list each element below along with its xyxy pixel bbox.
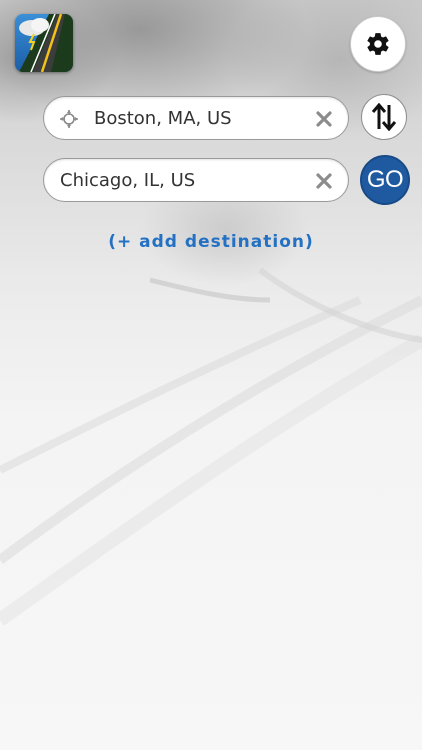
swap-vertical-icon bbox=[371, 103, 397, 131]
weather-road-app-icon bbox=[15, 14, 73, 72]
close-icon[interactable] bbox=[314, 171, 334, 191]
app-icon[interactable] bbox=[15, 14, 73, 72]
destination-input[interactable]: Chicago, IL, US bbox=[60, 170, 195, 192]
origin-field[interactable]: Boston, MA, US bbox=[43, 96, 349, 140]
origin-input[interactable]: Boston, MA, US bbox=[94, 108, 232, 130]
destination-field[interactable]: Chicago, IL, US bbox=[43, 158, 349, 202]
gear-icon bbox=[367, 33, 389, 55]
close-icon[interactable] bbox=[314, 109, 334, 129]
swap-route-button[interactable] bbox=[361, 94, 407, 140]
go-button[interactable]: GO bbox=[360, 155, 410, 205]
settings-button[interactable] bbox=[350, 16, 406, 72]
add-destination-link[interactable]: (+ add destination) bbox=[0, 232, 422, 252]
crosshair-icon[interactable] bbox=[58, 108, 80, 130]
